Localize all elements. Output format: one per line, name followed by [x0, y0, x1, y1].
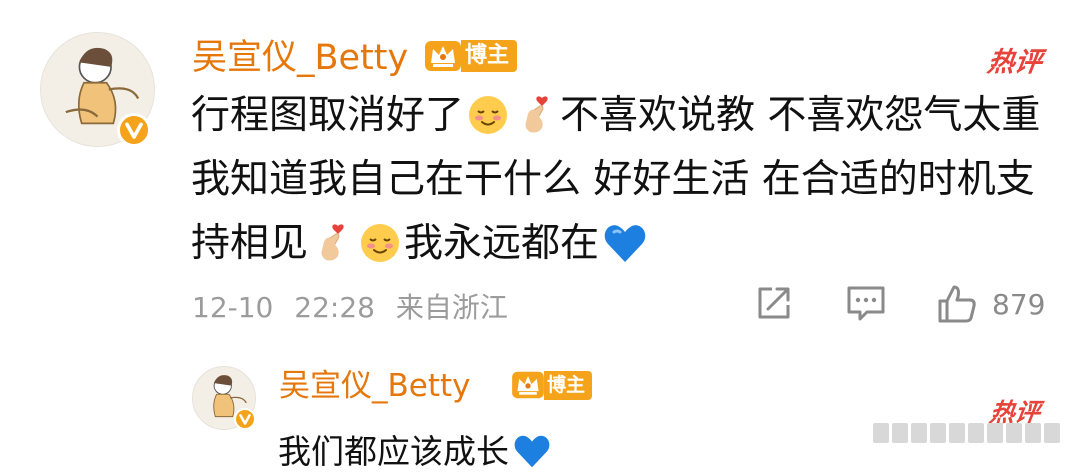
- smiling-face-emoji-icon: [468, 95, 508, 135]
- reply-blogger-badge-label: 博主: [544, 370, 593, 400]
- smiling-face-emoji-icon: [360, 223, 400, 263]
- blue-heart-emoji-icon: [513, 433, 551, 469]
- blogger-badge-label: 博主: [461, 40, 518, 72]
- finger-heart-emoji-icon: [518, 92, 554, 136]
- blogger-badge: 博主: [425, 39, 518, 73]
- comment-time: 22:28: [294, 291, 375, 324]
- reply-username[interactable]: 吴宣仪_Betty: [279, 366, 471, 406]
- hot-comment-label: 热评: [985, 47, 1044, 78]
- like-count: 879: [992, 287, 1046, 321]
- comment-date: 12-10: [192, 291, 274, 324]
- crown-icon: [425, 41, 461, 71]
- reply-text: 我们都应该成长: [278, 425, 551, 473]
- comment-icon: [847, 286, 885, 321]
- thumbs-up-icon: [938, 285, 976, 323]
- finger-heart-emoji-icon: [314, 220, 350, 264]
- comment-button[interactable]: [845, 283, 887, 323]
- like-button[interactable]: 879: [936, 283, 1045, 325]
- comment-content: 行程图取消好了 不喜欢说教 不喜欢怨气太重 我知道我自己在干什么 好好生活 在合适…: [191, 84, 1061, 276]
- comment-meta: 12-10 22:28 来自浙江: [192, 286, 508, 326]
- share-button[interactable]: [754, 283, 794, 323]
- verified-v-icon: [234, 408, 256, 430]
- reply-text-content: 我们都应该成长: [278, 432, 509, 471]
- watermark-mosaic: [873, 421, 1073, 445]
- blue-heart-emoji-icon: [603, 222, 647, 264]
- crown-icon: [512, 371, 544, 399]
- comment-location: 来自浙江: [395, 291, 508, 324]
- comment-text-part-3: 我永远都在: [404, 221, 600, 266]
- share-icon: [758, 287, 790, 319]
- reply-blogger-badge: 博主: [512, 370, 593, 400]
- username[interactable]: 吴宣仪_Betty: [192, 36, 408, 80]
- verified-v-icon: [117, 113, 151, 147]
- comment-text-part-1: 行程图取消好了: [191, 93, 465, 138]
